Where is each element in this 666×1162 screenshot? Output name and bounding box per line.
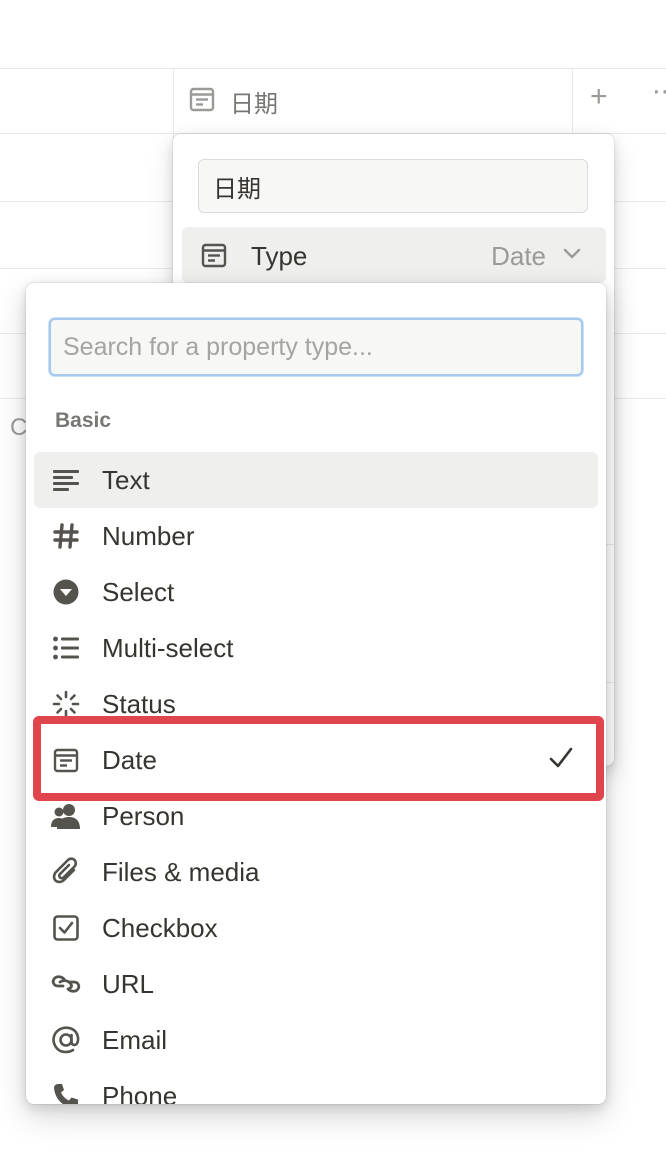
text-lines-icon bbox=[51, 465, 81, 495]
menu-item-label: Files & media bbox=[102, 857, 260, 887]
link-icon bbox=[51, 969, 81, 999]
menu-item-label: Text bbox=[102, 465, 150, 495]
menu-item-label: Status bbox=[102, 689, 176, 719]
list-icon bbox=[51, 633, 81, 663]
menu-item-checkbox[interactable]: Checkbox bbox=[34, 900, 598, 956]
calendar-icon bbox=[188, 85, 216, 118]
menu-item-label: Number bbox=[102, 521, 195, 551]
table-top-border bbox=[0, 68, 666, 69]
column-divider bbox=[572, 68, 573, 134]
partial-cell-text: C bbox=[10, 414, 28, 441]
menu-item-date[interactable]: Date bbox=[34, 732, 598, 788]
phone-icon bbox=[51, 1081, 81, 1104]
person-icon bbox=[51, 801, 81, 831]
section-label-basic: Basic bbox=[55, 409, 112, 432]
paperclip-icon bbox=[51, 857, 81, 887]
menu-item-label: Checkbox bbox=[102, 913, 218, 943]
menu-item-email[interactable]: Email bbox=[34, 1012, 598, 1068]
menu-item-status[interactable]: Status bbox=[34, 676, 598, 732]
calendar-icon bbox=[51, 745, 81, 775]
chevron-down-icon bbox=[562, 247, 582, 266]
checkbox-icon bbox=[51, 913, 81, 943]
menu-item-label: Select bbox=[102, 577, 175, 607]
menu-item-label: Multi-select bbox=[102, 633, 234, 663]
property-type-menu: Basic Text Number bbox=[26, 283, 606, 1104]
at-icon bbox=[51, 1025, 81, 1055]
menu-item-select[interactable]: Select bbox=[34, 564, 598, 620]
status-icon bbox=[51, 689, 81, 719]
menu-item-phone[interactable]: Phone bbox=[34, 1068, 598, 1104]
hash-icon bbox=[51, 521, 81, 551]
type-value: Date bbox=[491, 241, 546, 271]
property-type-search-input[interactable] bbox=[49, 318, 583, 376]
property-type-selector[interactable]: Type Date bbox=[182, 227, 606, 283]
menu-item-number[interactable]: Number bbox=[34, 508, 598, 564]
menu-item-label: Phone bbox=[102, 1081, 178, 1104]
menu-item-files-media[interactable]: Files & media bbox=[34, 844, 598, 900]
checkmark-icon bbox=[548, 746, 574, 775]
add-column-button[interactable]: + bbox=[590, 82, 608, 112]
menu-item-person[interactable]: Person bbox=[34, 788, 598, 844]
more-options-icon[interactable]: ⋯ bbox=[652, 78, 666, 104]
property-name-input[interactable] bbox=[198, 159, 588, 213]
menu-item-label: Email bbox=[102, 1025, 168, 1055]
type-label: Type bbox=[251, 241, 308, 271]
menu-item-multi-select[interactable]: Multi-select bbox=[34, 620, 598, 676]
menu-item-label: Person bbox=[102, 801, 185, 831]
menu-item-url[interactable]: URL bbox=[34, 956, 598, 1012]
menu-item-label: URL bbox=[102, 969, 155, 999]
select-icon bbox=[51, 577, 81, 607]
date-column-header[interactable]: 日期 bbox=[188, 84, 278, 119]
menu-item-text[interactable]: Text bbox=[34, 452, 598, 508]
calendar-icon bbox=[200, 241, 228, 274]
column-header-label: 日期 bbox=[230, 91, 278, 118]
menu-item-label: Date bbox=[102, 745, 157, 775]
